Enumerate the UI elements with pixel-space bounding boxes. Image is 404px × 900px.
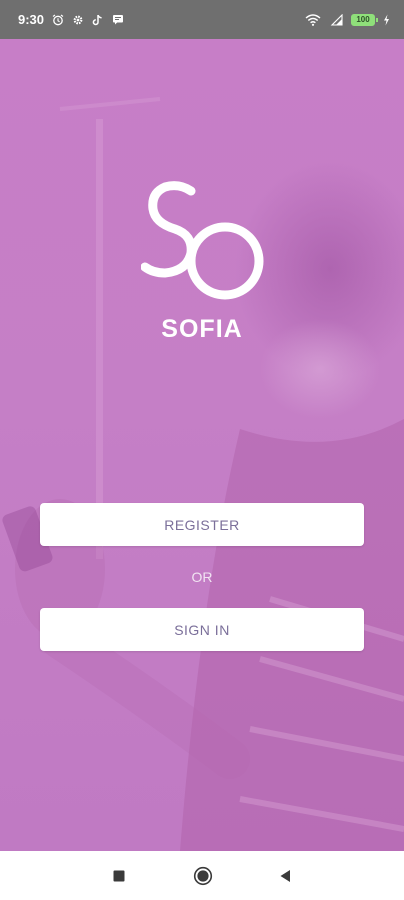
tiktok-icon <box>91 13 104 26</box>
status-left: 9:30 <box>18 12 124 27</box>
wifi-icon <box>305 13 321 26</box>
brand-name: SOFIA <box>161 315 243 343</box>
background-photo <box>2 97 404 851</box>
status-right: 100 <box>305 13 390 26</box>
alarm-icon <box>51 13 64 26</box>
navigation-bar <box>0 851 404 900</box>
status-time: 9:30 <box>18 12 45 27</box>
signal-icon <box>328 13 344 26</box>
home-icon[interactable] <box>193 866 213 886</box>
sofia-logo-icon <box>141 181 264 300</box>
or-separator: OR <box>191 569 213 585</box>
recent-apps-icon[interactable] <box>111 868 127 884</box>
gear-icon <box>71 13 84 26</box>
hero-background: SOFIA REGISTER OR SIGN IN <box>0 39 404 851</box>
charging-icon <box>382 13 390 26</box>
status-bar: 9:30 100 <box>0 0 404 39</box>
sign-in-button[interactable]: SIGN IN <box>40 608 364 651</box>
message-icon <box>111 13 124 26</box>
battery-icon: 100 <box>351 13 378 26</box>
register-button[interactable]: REGISTER <box>40 503 364 546</box>
back-icon[interactable] <box>277 868 293 884</box>
